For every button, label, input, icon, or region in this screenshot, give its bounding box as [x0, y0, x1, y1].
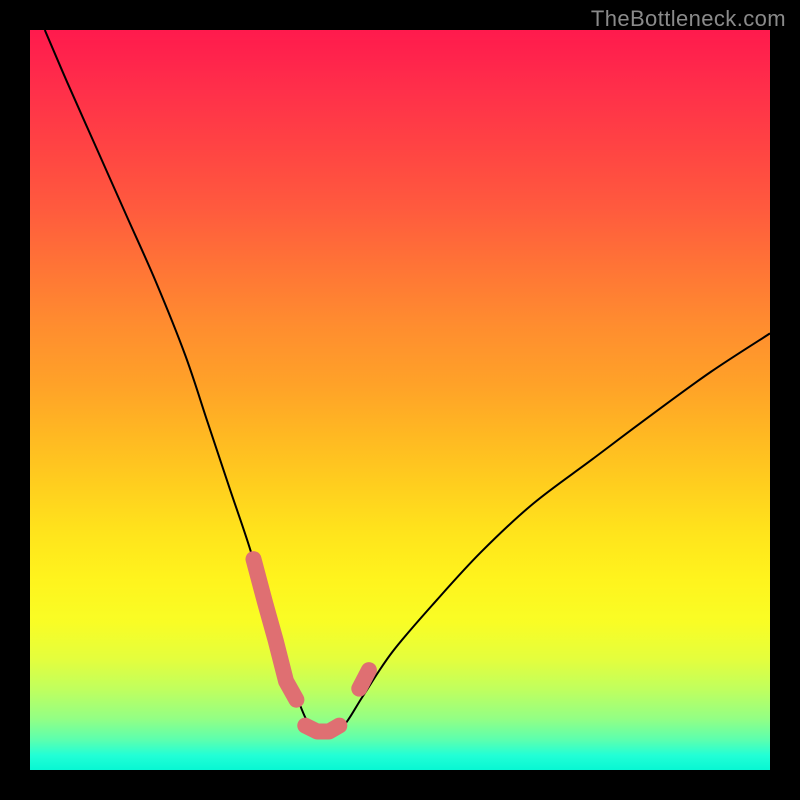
marker-left: [253, 559, 296, 700]
marker-right: [359, 670, 369, 689]
chart-area: [30, 30, 770, 770]
watermark-text: TheBottleneck.com: [591, 6, 786, 32]
bottleneck-plot: [30, 30, 770, 770]
bottleneck-curve: [45, 30, 770, 736]
marker-bottom: [305, 726, 339, 732]
